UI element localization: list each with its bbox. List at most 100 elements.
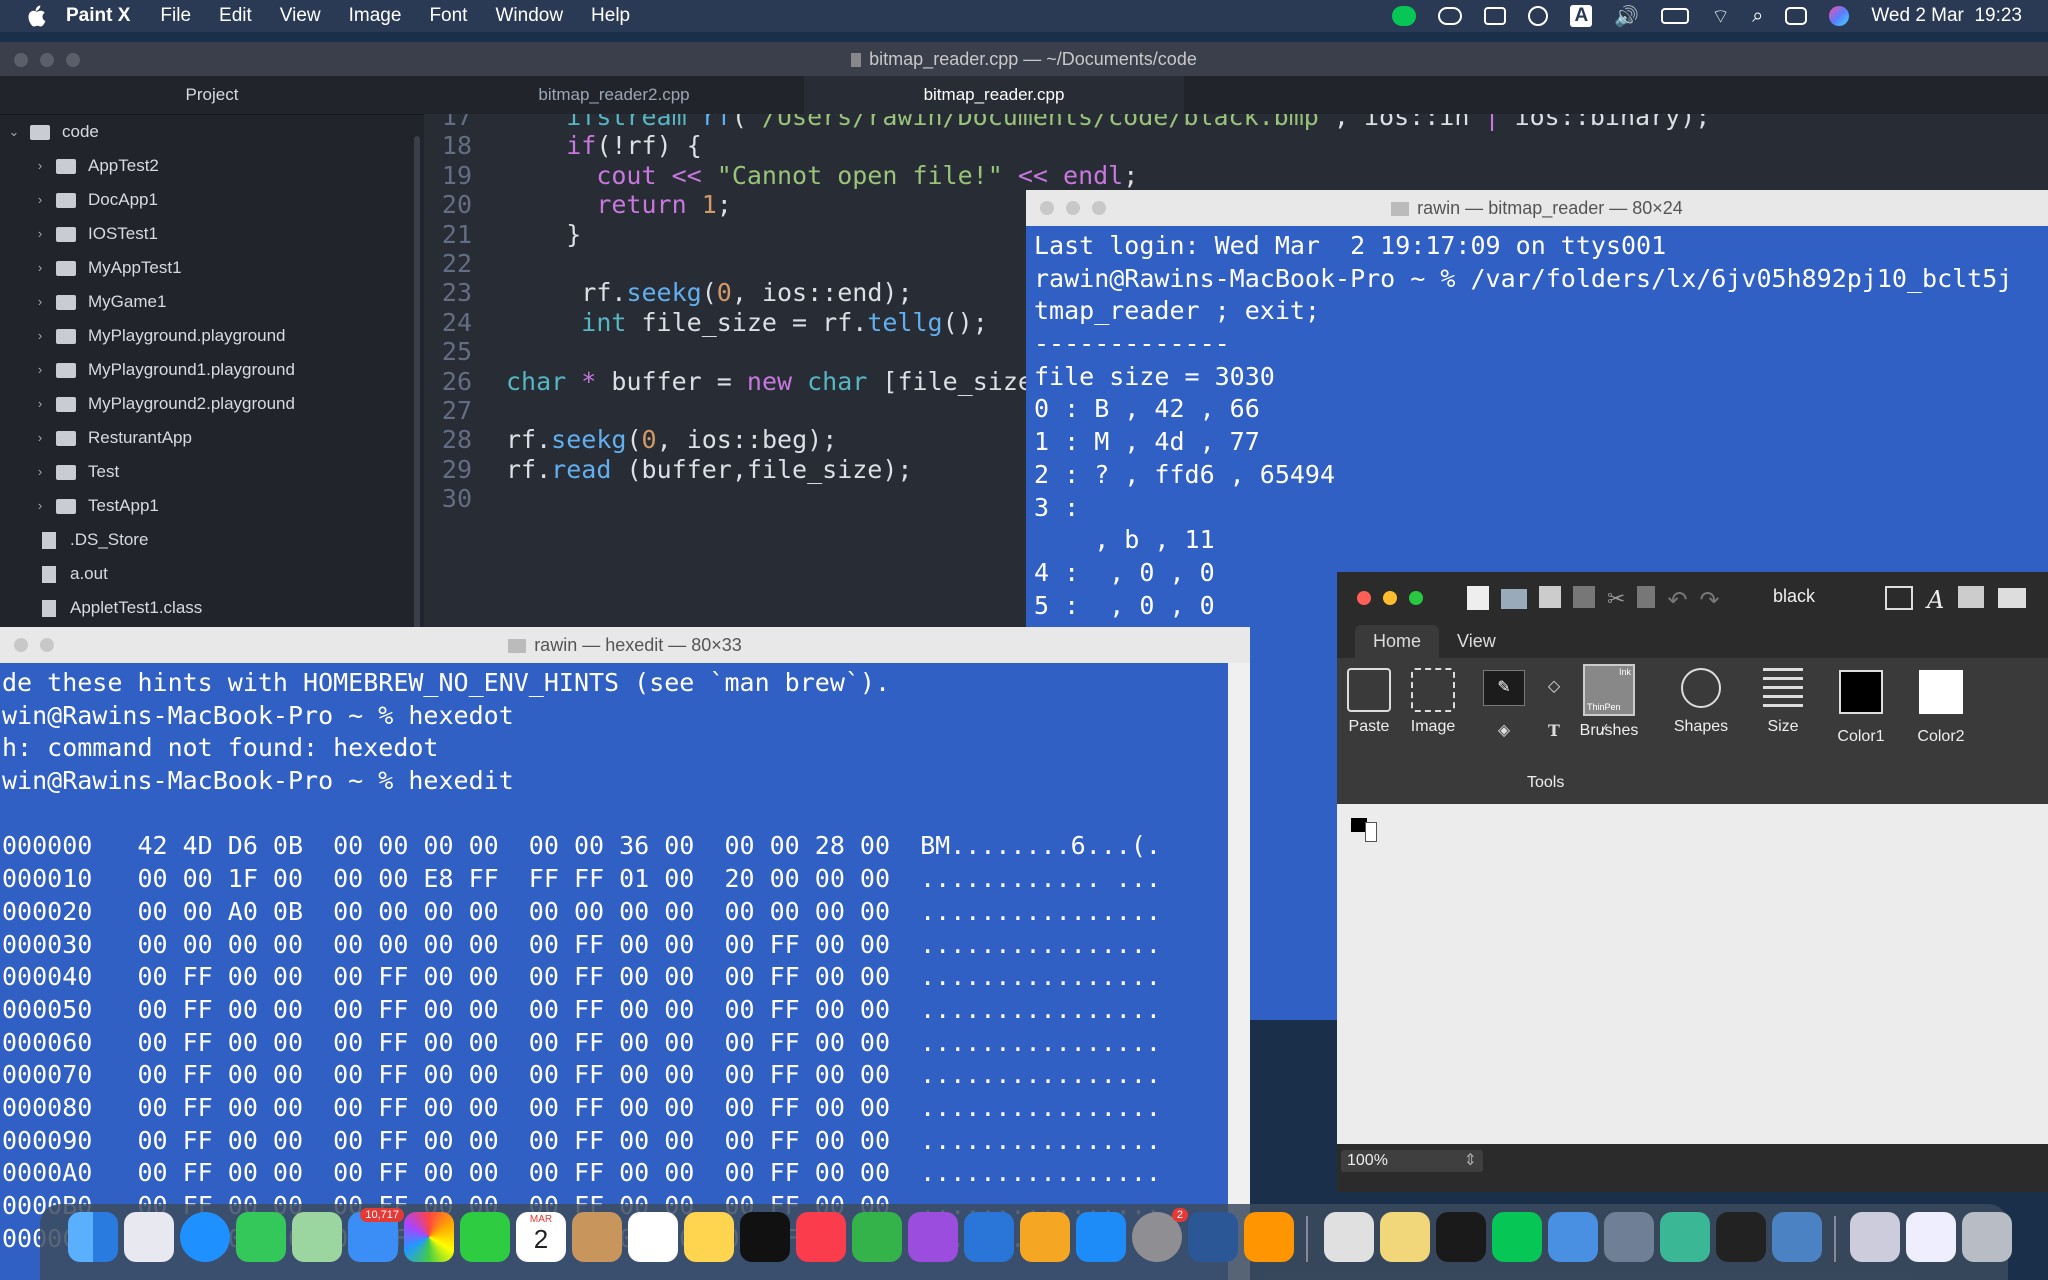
sidebar-scrollbar[interactable] bbox=[414, 136, 420, 636]
code-line[interactable]: 26char * buffer = new char [file_size]; bbox=[424, 363, 1063, 401]
tree-item[interactable]: › ResturantApp bbox=[0, 421, 424, 455]
bucket-icon[interactable]: ◈ bbox=[1483, 714, 1525, 748]
tab-view[interactable]: View bbox=[1439, 625, 1514, 658]
tree-item[interactable]: › MyPlayground2.playground bbox=[0, 387, 424, 421]
activity-monitor-icon[interactable] bbox=[1436, 1212, 1486, 1262]
zoom-button[interactable] bbox=[1409, 591, 1423, 605]
chevron-right-icon[interactable]: › bbox=[34, 489, 46, 523]
close-button[interactable] bbox=[14, 638, 28, 652]
tree-item[interactable]: › MyPlayground.playground bbox=[0, 319, 424, 353]
battery-icon[interactable] bbox=[1661, 8, 1690, 24]
siri-icon[interactable] bbox=[1829, 6, 1850, 26]
paint-x-icon[interactable] bbox=[1772, 1212, 1822, 1262]
keyboard-icon[interactable] bbox=[1484, 7, 1507, 25]
hexedit-output[interactable]: de these hints with HOMEBREW_NO_ENV_HINT… bbox=[0, 663, 1250, 1259]
tree-item[interactable]: › IOSTest1 bbox=[0, 217, 424, 251]
photos-icon[interactable] bbox=[404, 1212, 454, 1262]
shapes-button[interactable]: Shapes bbox=[1661, 668, 1741, 736]
image-button[interactable]: Image bbox=[1403, 668, 1463, 736]
zoom-select[interactable]: 100% ⇕ bbox=[1341, 1150, 1483, 1172]
tree-root-code[interactable]: ⌄ code bbox=[0, 115, 424, 149]
keynote-icon[interactable] bbox=[964, 1212, 1014, 1262]
system-preferences-icon[interactable]: 2 bbox=[1132, 1208, 1188, 1262]
close-button[interactable] bbox=[1040, 201, 1054, 215]
close-button[interactable] bbox=[1357, 591, 1371, 605]
chevron-down-icon[interactable]: ⌄ bbox=[8, 115, 20, 149]
minimize-button[interactable] bbox=[40, 53, 54, 67]
stickies-icon[interactable] bbox=[1380, 1212, 1430, 1262]
size-button[interactable]: Size bbox=[1753, 668, 1813, 736]
documents-stack-icon[interactable] bbox=[1906, 1212, 1956, 1262]
image-thumbnail[interactable] bbox=[1351, 818, 1381, 842]
terminal-icon[interactable] bbox=[1716, 1212, 1766, 1262]
tree-item[interactable]: › Test bbox=[0, 455, 424, 489]
code-line[interactable]: 24 int file_size = rf.tellg(); bbox=[424, 304, 988, 342]
mail-icon[interactable]: 10,717 bbox=[348, 1208, 404, 1262]
stepper-icon[interactable]: ⇕ bbox=[1464, 1150, 1477, 1172]
chevron-right-icon[interactable]: › bbox=[34, 285, 46, 319]
downloads-stack-icon[interactable] bbox=[1850, 1212, 1900, 1262]
paste-small-icon[interactable] bbox=[1637, 586, 1656, 608]
menu-font[interactable]: Font bbox=[429, 5, 467, 27]
minimize-button[interactable] bbox=[1066, 201, 1080, 215]
color2-button[interactable]: Color2 bbox=[1909, 664, 1973, 746]
contacts-icon[interactable] bbox=[572, 1212, 622, 1262]
tree-item[interactable]: › AppTest2 bbox=[0, 149, 424, 183]
safari-icon[interactable] bbox=[180, 1212, 230, 1262]
tree-item[interactable]: › TestApp1 bbox=[0, 489, 424, 523]
redo-icon[interactable]: ↷ bbox=[1700, 586, 1720, 615]
chevron-right-icon[interactable]: › bbox=[34, 319, 46, 353]
minimize-button[interactable] bbox=[1383, 591, 1397, 605]
line-icon[interactable] bbox=[1392, 6, 1417, 26]
chevron-right-icon[interactable]: › bbox=[34, 455, 46, 489]
mail-icon[interactable] bbox=[1998, 588, 2027, 608]
font-icon[interactable]: A bbox=[1927, 586, 1944, 614]
tree-item[interactable]: .DS_Store bbox=[0, 523, 424, 557]
open-folder-icon[interactable] bbox=[1501, 589, 1527, 609]
chevron-right-icon[interactable]: › bbox=[34, 217, 46, 251]
code-line[interactable]: 30 bbox=[424, 480, 506, 518]
screenshot-icon[interactable] bbox=[1604, 1212, 1654, 1262]
wifi-icon[interactable]: ⌔ bbox=[1711, 4, 1730, 29]
app-menu[interactable]: Paint X bbox=[66, 5, 130, 27]
tab-home[interactable]: Home bbox=[1355, 625, 1440, 658]
music-icon[interactable] bbox=[796, 1212, 846, 1262]
textedit-icon[interactable] bbox=[1324, 1212, 1374, 1262]
menu-file[interactable]: File bbox=[160, 5, 191, 27]
chevron-right-icon[interactable]: › bbox=[34, 149, 46, 183]
maps-icon[interactable] bbox=[292, 1212, 342, 1262]
launchpad-icon[interactable] bbox=[124, 1212, 174, 1262]
notes-icon[interactable] bbox=[684, 1212, 734, 1262]
new-file-icon[interactable] bbox=[1467, 586, 1489, 610]
line-app-icon[interactable] bbox=[1492, 1212, 1542, 1262]
menu-edit[interactable]: Edit bbox=[219, 5, 252, 27]
paint-canvas[interactable] bbox=[1337, 804, 2048, 1144]
trash-icon[interactable] bbox=[1962, 1212, 2012, 1262]
menu-view[interactable]: View bbox=[280, 5, 321, 27]
menu-help[interactable]: Help bbox=[591, 5, 630, 27]
spotlight-search-icon[interactable]: ⌕ bbox=[1752, 5, 1763, 28]
chevron-right-icon[interactable]: › bbox=[34, 183, 46, 217]
tree-item[interactable]: › MyPlayground1.playground bbox=[0, 353, 424, 387]
zoom-button[interactable] bbox=[66, 53, 80, 67]
brushes-button[interactable]: Ink ThinPen Brushes bbox=[1569, 658, 1649, 740]
copy-icon[interactable] bbox=[1573, 586, 1595, 608]
chevron-right-icon[interactable]: › bbox=[34, 251, 46, 285]
pencil-icon[interactable]: ✎ bbox=[1483, 670, 1525, 706]
calendar-icon[interactable]: MAR 2 bbox=[516, 1212, 566, 1262]
tree-item[interactable]: a.out bbox=[0, 557, 424, 591]
close-button[interactable] bbox=[14, 53, 28, 67]
chevron-right-icon[interactable]: › bbox=[34, 353, 46, 387]
play-icon[interactable] bbox=[1528, 6, 1549, 26]
clock[interactable]: Wed 2 Mar 19:23 bbox=[1871, 5, 2022, 27]
reminders-icon[interactable] bbox=[628, 1212, 678, 1262]
minimize-button[interactable] bbox=[40, 638, 54, 652]
hexedit-scrollbar[interactable] bbox=[1228, 663, 1250, 1280]
numbers-icon[interactable] bbox=[852, 1212, 902, 1262]
color1-button[interactable]: Color1 bbox=[1829, 664, 1893, 746]
save-icon[interactable] bbox=[1539, 586, 1561, 608]
menu-window[interactable]: Window bbox=[495, 5, 563, 27]
paste-button[interactable]: Paste bbox=[1345, 668, 1393, 736]
apple-tv-icon[interactable] bbox=[740, 1212, 790, 1262]
apple-icon[interactable] bbox=[26, 5, 46, 27]
